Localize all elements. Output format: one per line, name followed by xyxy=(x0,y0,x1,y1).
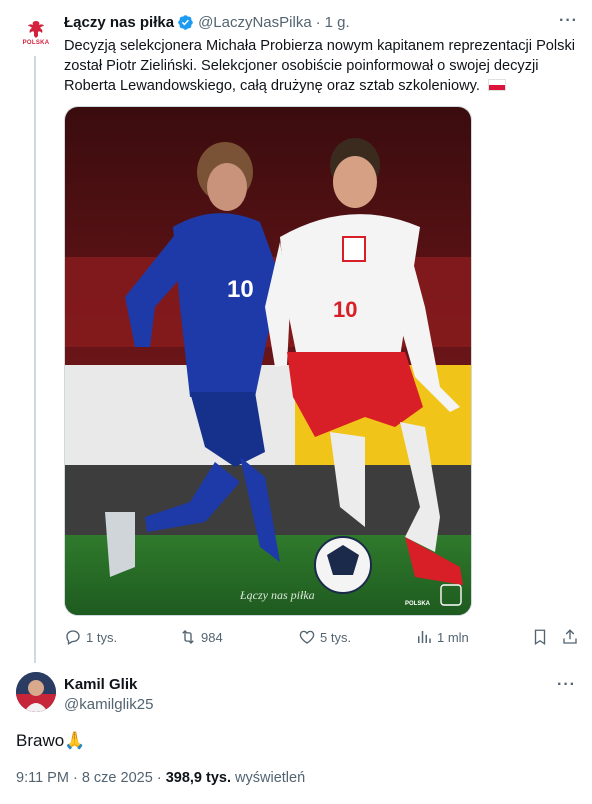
reply-date[interactable]: 8 cze 2025 xyxy=(82,770,153,786)
verified-icon xyxy=(178,14,193,30)
tweet-header: Łączy nas piłka @LaczyNasPilka · 1 g. xyxy=(64,12,576,32)
reply-author-avatar[interactable] xyxy=(16,672,56,712)
retweet-icon xyxy=(182,630,194,644)
avatar-label: POLSKA xyxy=(22,39,50,46)
media-watermark: Łączy nas piłka xyxy=(239,588,315,602)
meta-separator: · xyxy=(72,770,78,786)
tweet-time-ago[interactable]: 1 g. xyxy=(325,14,350,31)
media-badge-label: POLSKA xyxy=(405,601,431,607)
reply-meta: 9:11 PM · 8 cze 2025 · 398,9 tys. wyświe… xyxy=(16,770,305,786)
tweet-text: Decyzją selekcjonera Michała Probierza n… xyxy=(64,36,579,96)
thread-connector-line xyxy=(34,56,36,663)
reply-author-name[interactable]: Kamil Glik xyxy=(64,676,137,693)
tweet-actions: 1 tys. 984 5 tys. 1 mln xyxy=(64,628,579,650)
football-photo: 10 10 Łączy nas piłka POLSKA xyxy=(65,107,471,615)
reply-count: 1 tys. xyxy=(86,629,118,645)
polish-eagle-logo-icon xyxy=(28,20,44,38)
more-icon[interactable]: ··· xyxy=(559,12,578,30)
reply-text: Brawo🙏 xyxy=(16,731,86,750)
views-button[interactable]: 1 mln xyxy=(415,628,469,646)
reply-icon xyxy=(66,630,80,645)
tweet-media-photo[interactable]: 10 10 Łączy nas piłka POLSKA xyxy=(64,106,472,616)
reply-avatar-photo xyxy=(16,672,56,712)
reply-button[interactable]: 1 tys. xyxy=(64,628,117,646)
views-count: 1 mln xyxy=(437,629,469,645)
author-avatar[interactable]: POLSKA xyxy=(16,12,56,52)
like-button[interactable]: 5 tys. xyxy=(298,628,351,646)
views-icon xyxy=(418,631,431,643)
author-name[interactable]: Łączy nas piłka xyxy=(64,14,174,31)
like-icon xyxy=(299,630,315,644)
header-separator: · xyxy=(315,13,321,31)
bookmark-button[interactable] xyxy=(531,628,549,646)
flag-poland-icon xyxy=(487,79,506,91)
reply-more-icon[interactable]: ··· xyxy=(557,676,576,694)
reply-views-count: 398,9 tys. xyxy=(165,770,232,786)
bookmark-icon xyxy=(534,629,546,646)
meta-separator-2: · xyxy=(156,770,162,786)
retweet-count: 984 xyxy=(201,629,223,645)
reply-time[interactable]: 9:11 PM xyxy=(16,770,69,786)
retweet-button[interactable]: 984 xyxy=(179,628,223,646)
share-button[interactable] xyxy=(561,628,579,646)
reply-author-handle[interactable]: @kamilglik25 xyxy=(64,696,153,713)
player-right-number: 10 xyxy=(333,297,357,322)
share-icon xyxy=(563,629,577,644)
author-handle[interactable]: @LaczyNasPilka xyxy=(198,14,312,31)
reply-views-label: wyświetleń xyxy=(235,770,306,786)
like-count: 5 tys. xyxy=(320,629,352,645)
player-left-number: 10 xyxy=(227,276,254,303)
